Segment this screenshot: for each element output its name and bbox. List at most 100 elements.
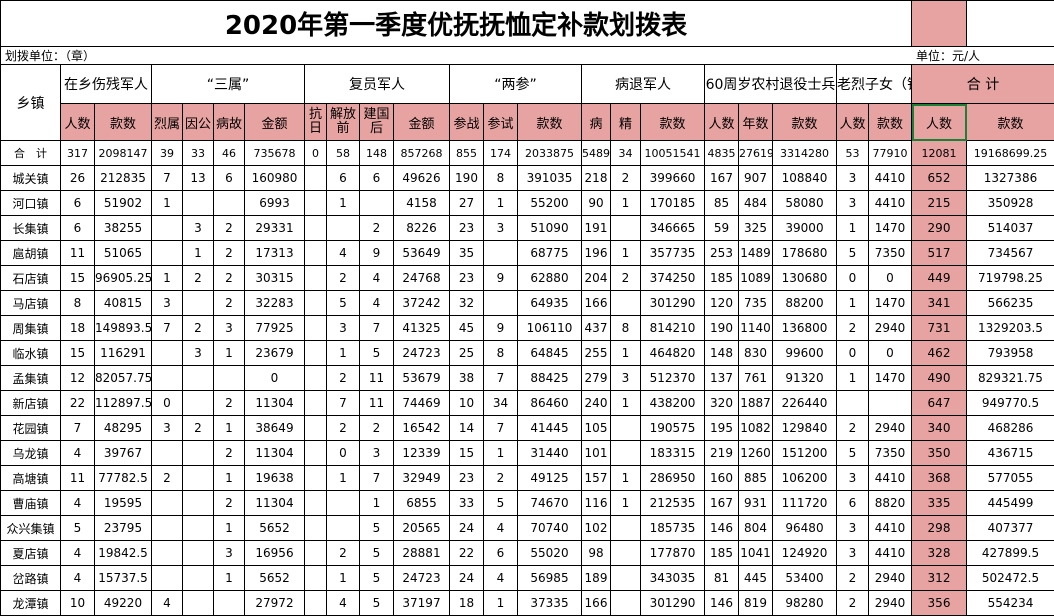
data-cell[interactable]: 4410 — [869, 466, 912, 491]
data-cell[interactable]: 20565 — [394, 516, 450, 541]
data-cell[interactable]: 27972 — [245, 591, 305, 616]
data-cell[interactable]: 68775 — [518, 241, 582, 266]
data-cell[interactable]: 1 — [327, 191, 360, 216]
data-cell[interactable]: 191 — [582, 216, 611, 241]
data-cell[interactable]: 23679 — [245, 341, 305, 366]
data-cell[interactable]: 39000 — [773, 216, 837, 241]
town-cell[interactable]: 孟集镇 — [1, 366, 61, 391]
data-cell[interactable]: 6993 — [245, 191, 305, 216]
data-cell[interactable]: 146 — [705, 591, 739, 616]
data-cell[interactable]: 2 — [214, 241, 245, 266]
data-cell[interactable]: 735 — [739, 291, 773, 316]
data-cell[interactable]: 5 — [837, 441, 869, 466]
data-cell[interactable]: 4 — [61, 491, 95, 516]
data-cell[interactable] — [305, 441, 327, 466]
data-cell[interactable]: 325 — [739, 216, 773, 241]
data-cell[interactable]: 436715 — [967, 441, 1054, 466]
data-cell[interactable] — [305, 166, 327, 191]
data-cell[interactable]: 7350 — [869, 241, 912, 266]
town-cell[interactable]: 河口镇 — [1, 191, 61, 216]
data-cell[interactable]: 23 — [450, 216, 484, 241]
data-cell[interactable]: 46 — [214, 141, 245, 166]
data-cell[interactable]: 11304 — [245, 391, 305, 416]
data-cell[interactable]: 255 — [582, 341, 611, 366]
data-cell[interactable]: 647 — [912, 391, 967, 416]
data-cell[interactable]: 11 — [61, 241, 95, 266]
data-cell[interactable]: 40815 — [95, 291, 152, 316]
data-cell[interactable]: 0 — [152, 391, 183, 416]
data-cell[interactable]: 218 — [582, 166, 611, 191]
data-cell[interactable]: 64935 — [518, 291, 582, 316]
data-cell[interactable]: 24723 — [394, 341, 450, 366]
data-cell[interactable]: 190 — [705, 316, 739, 341]
data-cell[interactable]: 82057.75 — [95, 366, 152, 391]
data-cell[interactable]: 116 — [582, 491, 611, 516]
data-cell[interactable]: 0 — [869, 266, 912, 291]
data-cell[interactable]: 215 — [912, 191, 967, 216]
data-cell[interactable]: 4 — [152, 591, 183, 616]
data-cell[interactable]: 1 — [327, 341, 360, 366]
data-cell[interactable]: 1 — [484, 191, 518, 216]
data-cell[interactable]: 174 — [484, 141, 518, 166]
data-cell[interactable]: 195 — [705, 416, 739, 441]
data-cell[interactable] — [305, 391, 327, 416]
data-cell[interactable]: 9 — [484, 266, 518, 291]
header-sick-retired[interactable]: 病退军人 — [582, 65, 705, 104]
data-cell[interactable]: 7 — [152, 166, 183, 191]
data-cell[interactable]: 517 — [912, 241, 967, 266]
data-cell[interactable]: 10051541 — [641, 141, 705, 166]
data-cell[interactable]: 88200 — [773, 291, 837, 316]
data-cell[interactable]: 167 — [705, 166, 739, 191]
data-cell[interactable]: 2 — [183, 416, 214, 441]
data-cell[interactable]: 1140 — [739, 316, 773, 341]
data-cell[interactable]: 1 — [360, 491, 394, 516]
data-cell[interactable] — [305, 291, 327, 316]
data-cell[interactable]: 5 — [360, 341, 394, 366]
data-cell[interactable]: 298 — [912, 516, 967, 541]
data-cell[interactable]: 407377 — [967, 516, 1054, 541]
data-cell[interactable]: 286950 — [641, 466, 705, 491]
data-cell[interactable]: 22 — [61, 391, 95, 416]
data-cell[interactable]: 41445 — [518, 416, 582, 441]
data-cell[interactable]: 793958 — [967, 341, 1054, 366]
data-cell[interactable]: 49626 — [394, 166, 450, 191]
data-cell[interactable]: 151200 — [773, 441, 837, 466]
town-cell[interactable]: 临水镇 — [1, 341, 61, 366]
data-cell[interactable]: 16542 — [394, 416, 450, 441]
data-cell[interactable]: 438200 — [641, 391, 705, 416]
data-cell[interactable] — [152, 241, 183, 266]
data-cell[interactable]: 116291 — [95, 341, 152, 366]
data-cell[interactable] — [305, 466, 327, 491]
data-cell[interactable] — [183, 591, 214, 616]
header-demobilized[interactable]: 复员军人 — [305, 65, 450, 104]
data-cell[interactable]: 346665 — [641, 216, 705, 241]
data-cell[interactable]: 219 — [705, 441, 739, 466]
data-cell[interactable] — [152, 216, 183, 241]
data-cell[interactable]: 2 — [214, 216, 245, 241]
data-cell[interactable]: 51902 — [95, 191, 152, 216]
data-cell[interactable]: 427899.5 — [967, 541, 1054, 566]
data-cell[interactable] — [305, 366, 327, 391]
data-cell[interactable]: 464820 — [641, 341, 705, 366]
data-cell[interactable]: 33 — [450, 491, 484, 516]
data-cell[interactable]: 2 — [152, 466, 183, 491]
data-cell[interactable]: 190 — [450, 166, 484, 191]
data-cell[interactable]: 58 — [327, 141, 360, 166]
data-cell[interactable]: 112897.5 — [95, 391, 152, 416]
data-cell[interactable]: 85 — [705, 191, 739, 216]
data-cell[interactable] — [327, 516, 360, 541]
data-cell[interactable]: 857268 — [394, 141, 450, 166]
sub-h[interactable]: 年数 — [739, 104, 773, 141]
data-cell[interactable]: 1489 — [739, 241, 773, 266]
sub-h[interactable]: 解放前 — [327, 104, 360, 141]
data-cell[interactable]: 317 — [61, 141, 95, 166]
data-cell[interactable] — [611, 541, 641, 566]
data-cell[interactable]: 301290 — [641, 591, 705, 616]
data-cell[interactable]: 137 — [705, 366, 739, 391]
data-cell[interactable]: 77910 — [869, 141, 912, 166]
data-cell[interactable]: 4 — [61, 541, 95, 566]
data-cell[interactable]: 28881 — [394, 541, 450, 566]
data-cell[interactable] — [305, 566, 327, 591]
data-cell[interactable]: 1 — [152, 266, 183, 291]
data-cell[interactable]: 9 — [360, 241, 394, 266]
